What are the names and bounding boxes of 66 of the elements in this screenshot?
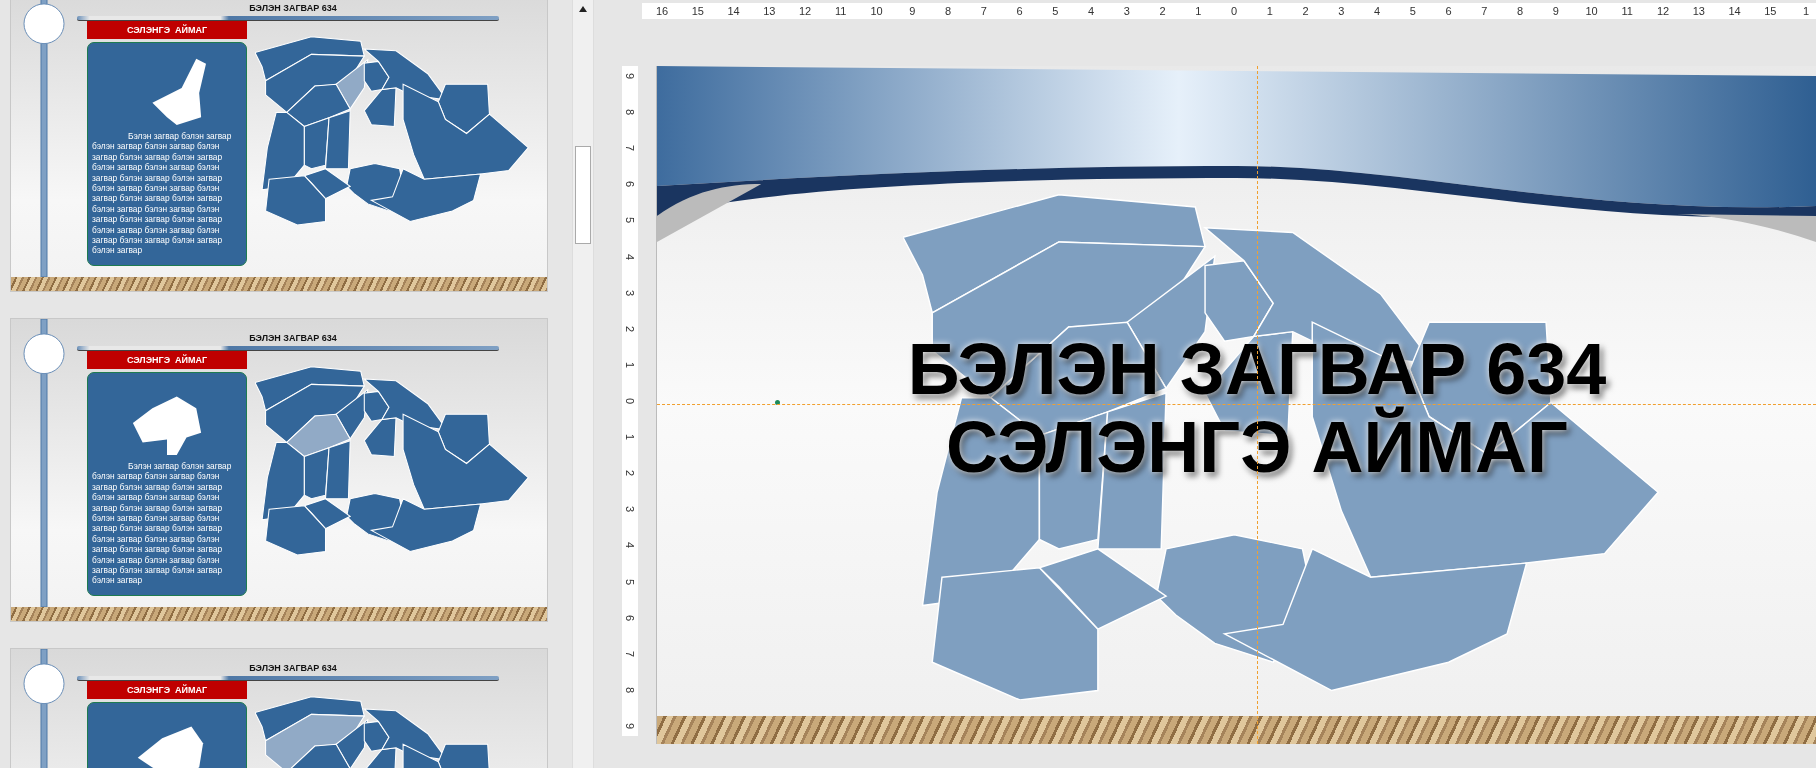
ruler-number: 3 bbox=[1337, 5, 1346, 17]
ruler-number: 9 bbox=[624, 722, 636, 730]
slide-thumbnail[interactable]: БЭЛЭН ЗАГВАР 634 СЭЛЭНГЭ АЙМАГ bbox=[10, 648, 548, 768]
ruler-number: 12 bbox=[1655, 5, 1671, 17]
ruler-number: 7 bbox=[624, 145, 636, 152]
ruler-number: 1 bbox=[624, 434, 636, 441]
ruler-number: 6 bbox=[1444, 5, 1453, 17]
region-label: СЭЛЭНГЭ АЙМАГ bbox=[87, 351, 247, 369]
slide-thumbnail[interactable] bbox=[10, 0, 548, 292]
ruler-number: 7 bbox=[624, 650, 636, 657]
ruler-number: 1 bbox=[1801, 5, 1811, 17]
slide-thumbnail[interactable] bbox=[10, 318, 548, 622]
region-label: СЭЛЭНГЭ АЙМАГ bbox=[87, 681, 247, 699]
ruler-number: 6 bbox=[1015, 5, 1024, 17]
ruler-number: 9 bbox=[1551, 5, 1560, 17]
ruler-number: 5 bbox=[1408, 5, 1417, 17]
ruler-number: 2 bbox=[624, 325, 636, 332]
ruler-number: 1 bbox=[624, 361, 636, 368]
ruler-number: 4 bbox=[624, 253, 636, 260]
ruler-number: 1 bbox=[1265, 5, 1274, 17]
ruler-number: 3 bbox=[1122, 5, 1131, 17]
ruler-number: 8 bbox=[624, 686, 636, 693]
ruler-number: 3 bbox=[624, 289, 636, 296]
ruler-number: 11 bbox=[1620, 5, 1634, 17]
slide-title: БЭЛЭН ЗАГВАР 634 bbox=[248, 3, 338, 13]
scroll-thumb[interactable] bbox=[575, 146, 591, 244]
ruler-number: 5 bbox=[1051, 5, 1060, 17]
ruler-number: 8 bbox=[1515, 5, 1525, 17]
scrollbar[interactable] bbox=[572, 0, 594, 768]
ruler-number: 7 bbox=[1480, 5, 1489, 17]
slide-title: БЭЛЭН ЗАГВАР 634 bbox=[248, 333, 338, 343]
ruler-number: 0 bbox=[624, 397, 636, 405]
ruler-number: 4 bbox=[1086, 5, 1096, 17]
slide-title: БЭЛЭН ЗАГВАР 634 bbox=[248, 663, 338, 673]
ruler-number: 15 bbox=[690, 5, 705, 17]
ruler-number: 12 bbox=[797, 5, 813, 17]
ruler-number: 2 bbox=[624, 470, 636, 477]
ruler-number: 1 bbox=[1194, 5, 1203, 17]
card-text: Бэлэн загвар бэлэн загвар бэлэн загвар бэлэн загвар бэлэн загвар бэлэн загвар бэлэн загвар бэлэн загвар бэлэн загвар бэлэн загвар бэлэн загвар бэлэн загвар бэлэн загвар бэлэн загвар бэлэн загвар бэлэн загвар бэлэн загвар бэлэн загвар бэлэн загвар бэлэн загвар бэлэн загвар бэлэн загвар бэлэн загвар бэлэн загвар бэлэн загвар бэлэн загвар бэлэн загвар бэлэн загвар bbox=[92, 131, 233, 256]
ruler-number: 10 bbox=[869, 5, 884, 17]
ruler-number: 2 bbox=[1301, 5, 1310, 17]
ruler-number: 16 bbox=[654, 5, 670, 17]
ruler-number: 5 bbox=[624, 578, 636, 585]
ruler-number: 13 bbox=[1691, 5, 1706, 17]
card-text: Бэлэн загвар бэлэн загвар бэлэн загвар бэлэн загвар бэлэн загвар бэлэн загвар бэлэн загвар бэлэн загвар бэлэн загвар бэлэн загвар бэлэн загвар бэлэн загвар бэлэн загвар бэлэн загвар бэлэн загвар бэлэн загвар бэлэн загвар бэлэн загвар бэлэн загвар бэлэн загвар бэлэн загвар бэлэн загвар бэлэн загвар бэлэн загвар бэлэн загвар бэлэн загвар бэлэн загвар бэлэн загвар bbox=[92, 461, 233, 586]
ruler-number: 4 bbox=[1372, 5, 1382, 17]
ruler-number: 14 bbox=[726, 5, 741, 17]
ruler-number: 8 bbox=[624, 109, 636, 116]
ruler-number: 11 bbox=[834, 5, 848, 17]
ruler-number: 6 bbox=[624, 614, 636, 621]
ruler-number: 13 bbox=[762, 5, 777, 17]
ruler-number: 10 bbox=[1584, 5, 1599, 17]
ruler-number: 0 bbox=[1229, 5, 1239, 17]
ruler-number: 14 bbox=[1727, 5, 1742, 17]
ruler-number: 3 bbox=[624, 506, 636, 513]
ruler-number: 15 bbox=[1763, 5, 1778, 17]
ruler-number: 4 bbox=[624, 542, 636, 549]
ruler-number: 2 bbox=[1158, 5, 1167, 17]
region-label: СЭЛЭНГЭ АЙМАГ bbox=[87, 21, 247, 39]
ruler-number: 7 bbox=[979, 5, 988, 17]
ruler-number: 9 bbox=[624, 72, 636, 80]
ruler-number: 5 bbox=[624, 217, 636, 224]
ruler-number: 9 bbox=[908, 5, 917, 17]
ruler-number: 6 bbox=[624, 181, 636, 188]
selection-dot-icon bbox=[775, 400, 780, 405]
ruler-number: 8 bbox=[943, 5, 953, 17]
